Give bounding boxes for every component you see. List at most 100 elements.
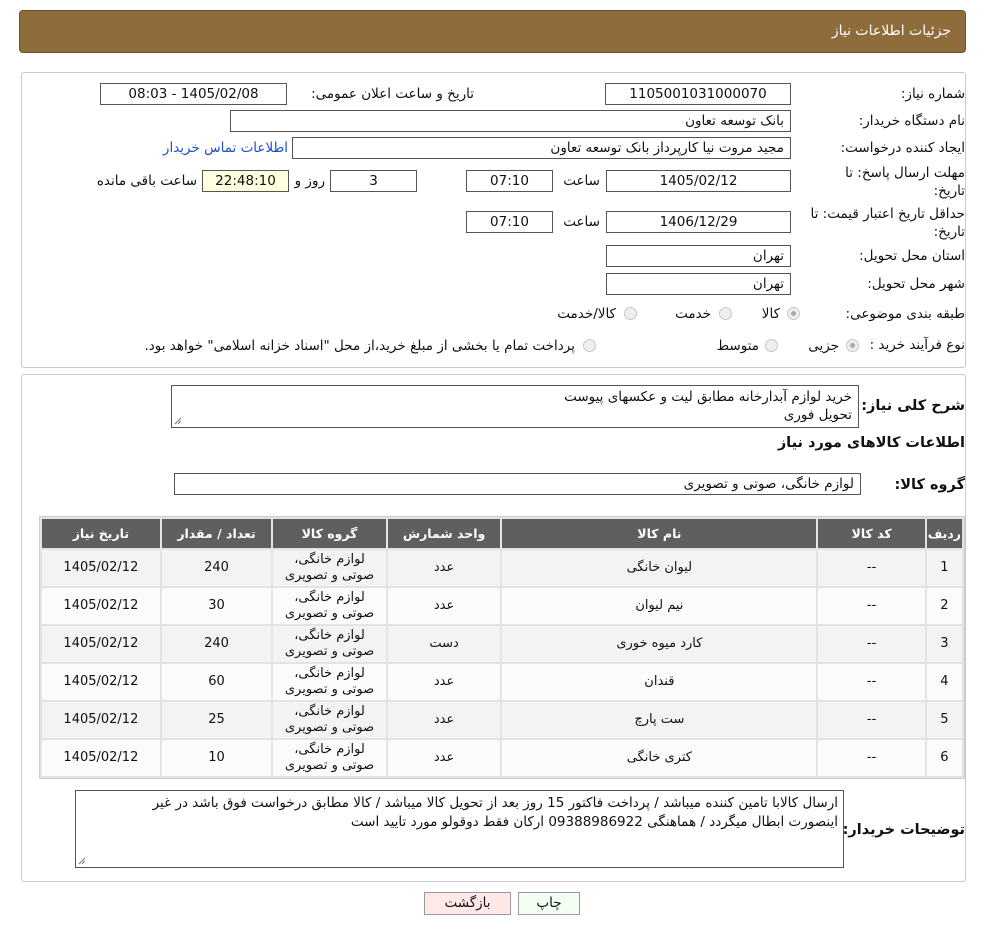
- cell-row-number: 1: [926, 550, 962, 586]
- cell-group: لوازم خانگی، صوتی و تصویری: [273, 626, 386, 662]
- need-number-label: شماره نیاز:: [900, 86, 965, 102]
- cell-row-number: 3: [926, 626, 962, 662]
- table-row: 5 -- ست پارچ عدد لوازم خانگی، صوتی و تصوی…: [42, 702, 962, 738]
- col-header-quantity: تعداد / مقدار: [161, 519, 272, 548]
- process-radio-medium[interactable]: [765, 339, 778, 352]
- cell-unit: عدد: [387, 550, 501, 586]
- page-title: جزئیات اطلاعات نیاز: [831, 23, 951, 39]
- cell-name: لیوان خانگی: [502, 550, 817, 586]
- process-radio-treasury[interactable]: [583, 339, 596, 352]
- category-radio-service[interactable]: [719, 307, 732, 320]
- validity-time-field: 07:10: [466, 211, 553, 233]
- category-option-service: خدمت: [675, 306, 711, 322]
- cell-date: 1405/02/12: [42, 626, 160, 662]
- items-table: ردیف کد کالا نام کالا واحد شمارش گروه کا…: [39, 516, 965, 779]
- cell-unit: عدد: [387, 664, 501, 700]
- validity-label: حداقل تاریخ اعتبار قیمت: تا: [810, 206, 965, 222]
- category-radio-goods-service[interactable]: [624, 307, 637, 320]
- cell-unit: دست: [387, 626, 501, 662]
- cell-group: لوازم خانگی، صوتی و تصویری: [273, 588, 386, 624]
- creator-label: ایجاد کننده درخواست:: [840, 140, 965, 156]
- cell-code: --: [818, 550, 925, 586]
- process-option-medium: متوسط: [716, 338, 759, 354]
- cell-group: لوازم خانگی، صوتی و تصویری: [273, 702, 386, 738]
- process-radio-minor[interactable]: [846, 339, 859, 352]
- resize-grip-icon[interactable]: [78, 857, 86, 865]
- back-button[interactable]: بازگشت: [424, 892, 511, 915]
- cell-code: --: [818, 588, 925, 624]
- cell-row-number: 2: [926, 588, 962, 624]
- cell-quantity: 25: [161, 702, 272, 738]
- print-button[interactable]: چاپ: [518, 892, 580, 915]
- buyer-org-field: بانک توسعه تعاون: [230, 110, 791, 132]
- cell-date: 1405/02/12: [42, 664, 160, 700]
- cell-group-line-2: صوتی و تصویری: [284, 606, 375, 621]
- description-label: شرح کلی نیاز:: [861, 398, 965, 414]
- category-option-goods: کالا: [761, 306, 780, 322]
- cell-unit: عدد: [387, 588, 501, 624]
- category-option-goods-service: کالا/خدمت: [557, 306, 616, 322]
- cell-quantity: 10: [161, 740, 272, 776]
- cell-date: 1405/02/12: [42, 588, 160, 624]
- validity-date-field: 1406/12/29: [606, 211, 791, 233]
- cell-unit: عدد: [387, 740, 501, 776]
- remaining-label: ساعت باقی مانده: [96, 173, 197, 189]
- announce-label: تاریخ و ساعت اعلان عمومی:: [311, 86, 474, 102]
- need-number-field: 1105001031000070: [605, 83, 791, 105]
- buyer-notes-label: توضیحات خریدار:: [842, 822, 965, 838]
- table-row: 2 -- نیم لیوان عدد لوازم خانگی، صوتی و تص…: [42, 588, 962, 624]
- table-header-row: ردیف کد کالا نام کالا واحد شمارش گروه کا…: [42, 519, 962, 548]
- category-radio-goods[interactable]: [787, 307, 800, 320]
- page-header: جزئیات اطلاعات نیاز: [19, 10, 966, 53]
- cell-quantity: 60: [161, 664, 272, 700]
- cell-group-line-2: صوتی و تصویری: [284, 720, 375, 735]
- cell-code: --: [818, 702, 925, 738]
- table-row: 6 -- کتری خانگی عدد لوازم خانگی، صوتی و ت…: [42, 740, 962, 776]
- days-field: 3: [330, 170, 417, 192]
- col-header-name: نام کالا: [502, 519, 817, 548]
- description-line-1: خرید لوازم آبدارخانه مطابق لیت و عکسهای …: [564, 389, 852, 405]
- description-textarea[interactable]: خرید لوازم آبدارخانه مطابق لیت و عکسهای …: [171, 385, 859, 428]
- col-header-row-number: ردیف: [926, 519, 962, 548]
- cell-date: 1405/02/12: [42, 550, 160, 586]
- process-note: پرداخت تمام یا بخشی از مبلغ خرید،از محل …: [144, 338, 575, 354]
- cell-quantity: 240: [161, 550, 272, 586]
- cell-code: --: [818, 626, 925, 662]
- buyer-notes-textarea[interactable]: ارسال کالابا تامین کننده میباشد / پرداخت…: [75, 790, 844, 868]
- cell-group-line-2: صوتی و تصویری: [284, 758, 375, 773]
- cell-group-line-1: لوازم خانگی،: [294, 666, 365, 681]
- resize-grip-icon[interactable]: [174, 417, 182, 425]
- city-field: تهران: [606, 273, 791, 295]
- cell-group-line-1: لوازم خانگی،: [294, 704, 365, 719]
- cell-group: لوازم خانگی، صوتی و تصویری: [273, 550, 386, 586]
- col-header-group: گروه کالا: [273, 519, 386, 548]
- buyer-contact-link[interactable]: اطلاعات تماس خریدار: [163, 140, 288, 156]
- cell-date: 1405/02/12: [42, 740, 160, 776]
- deadline-label: مهلت ارسال پاسخ: تا: [845, 165, 965, 181]
- cell-name: کتری خانگی: [502, 740, 817, 776]
- col-header-date: تاریخ نیاز: [42, 519, 160, 548]
- cell-group-line-1: لوازم خانگی،: [294, 628, 365, 643]
- cell-group: لوازم خانگی، صوتی و تصویری: [273, 664, 386, 700]
- cell-name: ست پارچ: [502, 702, 817, 738]
- cell-group-line-2: صوتی و تصویری: [284, 568, 375, 583]
- deadline-label-date: تاریخ:: [933, 183, 965, 199]
- cell-date: 1405/02/12: [42, 702, 160, 738]
- cell-row-number: 5: [926, 702, 962, 738]
- category-label: طبقه بندی موضوعی:: [845, 306, 965, 322]
- cell-group-line-2: صوتی و تصویری: [284, 682, 375, 697]
- cell-name: قندان: [502, 664, 817, 700]
- cell-name: کارد میوه خوری: [502, 626, 817, 662]
- cell-group-line-1: لوازم خانگی،: [294, 590, 365, 605]
- cell-row-number: 6: [926, 740, 962, 776]
- cell-name: نیم لیوان: [502, 588, 817, 624]
- province-field: تهران: [606, 245, 791, 267]
- deadline-date-field: 1405/02/12: [606, 170, 791, 192]
- goods-group-field: لوازم خانگی، صوتی و تصویری: [174, 473, 861, 495]
- table-row: 3 -- کارد میوه خوری دست لوازم خانگی، صوتی…: [42, 626, 962, 662]
- table-row: 4 -- قندان عدد لوازم خانگی، صوتی و تصویری…: [42, 664, 962, 700]
- cell-code: --: [818, 664, 925, 700]
- col-header-unit: واحد شمارش: [387, 519, 501, 548]
- process-label: نوع فرآیند خرید :: [869, 337, 965, 353]
- cell-group-line-2: صوتی و تصویری: [284, 644, 375, 659]
